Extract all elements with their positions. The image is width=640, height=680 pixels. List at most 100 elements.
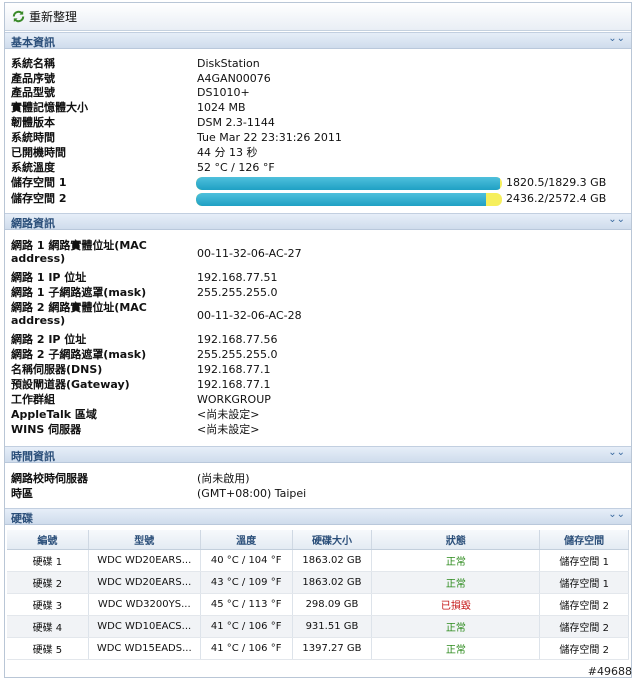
refresh-icon: [12, 10, 25, 22]
network-value: WORKGROUP: [197, 393, 271, 406]
disk-cell: 正常: [371, 615, 541, 638]
info-label: 已開機時間: [11, 146, 66, 159]
info-value: A4GAN00076: [197, 72, 271, 85]
network-label: 網路 2 子網路遮罩(mask): [11, 348, 147, 361]
info-label: 實體記憶體大小: [11, 101, 88, 114]
refresh-button[interactable]: 重新整理: [11, 8, 77, 24]
refresh-label: 重新整理: [29, 9, 78, 24]
info-label: 系統名稱: [11, 57, 55, 70]
disk-cell: 1397.27 GB: [292, 637, 373, 660]
info-value: DiskStation: [197, 57, 260, 70]
network-label: 網路 1 IP 位址: [11, 271, 87, 284]
disk-row[interactable]: 硬碟 3 WDC WD3200YS... 45 °C / 113 °F 298.09 …: [7, 593, 629, 616]
toolbar: 重新整理: [5, 3, 631, 31]
column-header[interactable]: 溫度: [200, 530, 293, 550]
disk-cell: 儲存空間 2: [539, 593, 629, 616]
disk-cell: 45 °C / 113 °F: [200, 593, 293, 616]
network-value: 00-11-32-06-AC-28: [197, 309, 302, 322]
disk-cell: 硬碟 5: [7, 637, 89, 660]
info-value: DS1010+: [197, 86, 250, 99]
column-header[interactable]: 編號: [7, 530, 89, 550]
disk-cell: 儲存空間 2: [539, 615, 629, 638]
disk-cell: WDC WD15EADS...: [88, 637, 201, 660]
storage-label: 儲存空間 1: [11, 176, 67, 189]
disk-cell: 儲存空間 1: [539, 571, 629, 594]
disk-cell: 1863.02 GB: [292, 571, 373, 594]
chevron-down-icon[interactable]: ⌄⌄: [608, 214, 625, 225]
network-label: 名稱伺服器(DNS): [11, 363, 103, 376]
info-label: 韌體版本: [11, 116, 55, 129]
info-label: 產品序號: [11, 72, 55, 85]
section-time-header[interactable]: 時間資訊 ⌄⌄: [5, 446, 631, 463]
time-label: 網路校時伺服器: [11, 472, 88, 485]
network-value: 192.168.77.1: [197, 378, 271, 391]
disk-cell: 儲存空間 2: [539, 637, 629, 660]
disk-cell: WDC WD10EACS...: [88, 615, 201, 638]
disk-cell: 41 °C / 106 °F: [200, 615, 293, 638]
info-value: Tue Mar 22 23:31:26 2011: [197, 131, 342, 144]
disk-row[interactable]: 硬碟 5 WDC WD15EADS... 41 °C / 106 °F 1397.27…: [7, 637, 629, 660]
network-label: 網路 1 子網路遮罩(mask): [11, 286, 147, 299]
section-network-header[interactable]: 網路資訊 ⌄⌄: [5, 213, 631, 230]
disk-cell: WDC WD20EARS...: [88, 549, 201, 572]
network-label: 網路 2 網路實體位址(MAC address): [11, 301, 147, 327]
network-value: 192.168.77.56: [197, 333, 278, 346]
time-value: (尚未啟用): [197, 472, 250, 485]
info-label: 產品型號: [11, 86, 55, 99]
disk-cell: 硬碟 1: [7, 549, 89, 572]
network-value: 00-11-32-06-AC-27: [197, 247, 302, 260]
section-basic-title: 基本資訊: [11, 36, 55, 49]
disk-cell: 儲存空間 1: [539, 549, 629, 572]
section-basic-header[interactable]: 基本資訊 ⌄⌄: [5, 32, 631, 49]
disk-table: 編號 型號 溫度 硬碟大小 狀態 儲存空間 硬碟 1 WDC WD20EARS... 40 °…: [7, 530, 629, 660]
storage-usage-value: 2436.2/2572.4 GB: [506, 192, 607, 205]
section-disk-header[interactable]: 硬碟 ⌄⌄: [5, 508, 631, 525]
time-label: 時區: [11, 487, 33, 500]
info-value: 1024 MB: [197, 101, 246, 114]
column-header[interactable]: 硬碟大小: [292, 530, 373, 550]
chevron-down-icon[interactable]: ⌄⌄: [608, 509, 625, 520]
disk-cell: WDC WD20EARS...: [88, 571, 201, 594]
disk-cell: 硬碟 4: [7, 615, 89, 638]
column-header[interactable]: 儲存空間: [539, 530, 629, 550]
chevron-down-icon[interactable]: ⌄⌄: [608, 447, 625, 458]
section-time-title: 時間資訊: [11, 450, 55, 463]
disk-cell: 40 °C / 104 °F: [200, 549, 293, 572]
column-header[interactable]: 狀態: [371, 530, 541, 550]
info-value: 52 °C / 126 °F: [197, 161, 275, 174]
column-header[interactable]: 型號: [88, 530, 201, 550]
section-disk-title: 硬碟: [11, 512, 33, 525]
disk-cell: 931.51 GB: [292, 615, 373, 638]
info-value: 44 分 13 秒: [197, 146, 258, 159]
disk-cell: 硬碟 3: [7, 593, 89, 616]
disk-cell: 正常: [371, 571, 541, 594]
info-label: 系統溫度: [11, 161, 55, 174]
disk-cell: 298.09 GB: [292, 593, 373, 616]
disk-cell: 硬碟 2: [7, 571, 89, 594]
storage-usage-value: 1820.5/1829.3 GB: [506, 176, 607, 189]
storage-label: 儲存空間 2: [11, 192, 67, 205]
watermark: #49688: [587, 665, 632, 678]
disk-cell: 正常: [371, 637, 541, 660]
disk-row[interactable]: 硬碟 1 WDC WD20EARS... 40 °C / 104 °F 1863.02…: [7, 549, 629, 572]
network-label: 網路 1 網路實體位址(MAC address): [11, 239, 147, 265]
network-label: 預設閘道器(Gateway): [11, 378, 130, 391]
disk-cell: 43 °C / 109 °F: [200, 571, 293, 594]
network-value: <尚未設定>: [197, 423, 260, 436]
network-value: 255.255.255.0: [197, 286, 278, 299]
disk-cell: 1863.02 GB: [292, 549, 373, 572]
storage-usage-fill: [196, 193, 486, 206]
disk-cell: WDC WD3200YS...: [88, 593, 201, 616]
network-label: 網路 2 IP 位址: [11, 333, 87, 346]
disk-row[interactable]: 硬碟 4 WDC WD10EACS... 41 °C / 106 °F 931.51 …: [7, 615, 629, 638]
time-value: (GMT+08:00) Taipei: [197, 487, 307, 500]
disk-row[interactable]: 硬碟 2 WDC WD20EARS... 43 °C / 109 °F 1863.02…: [7, 571, 629, 594]
network-label: WINS 伺服器: [11, 423, 82, 436]
chevron-down-icon[interactable]: ⌄⌄: [608, 33, 625, 44]
disk-cell: 正常: [371, 549, 541, 572]
storage-usage-bar: [196, 193, 502, 206]
system-info-panel: 重新整理 基本資訊 ⌄⌄ 系統名稱 DiskStation 產品序號 A4GAN000…: [4, 2, 632, 678]
network-value: <尚未設定>: [197, 408, 260, 421]
disk-cell: 已損毀: [371, 593, 541, 616]
storage-usage-fill: [196, 177, 501, 190]
